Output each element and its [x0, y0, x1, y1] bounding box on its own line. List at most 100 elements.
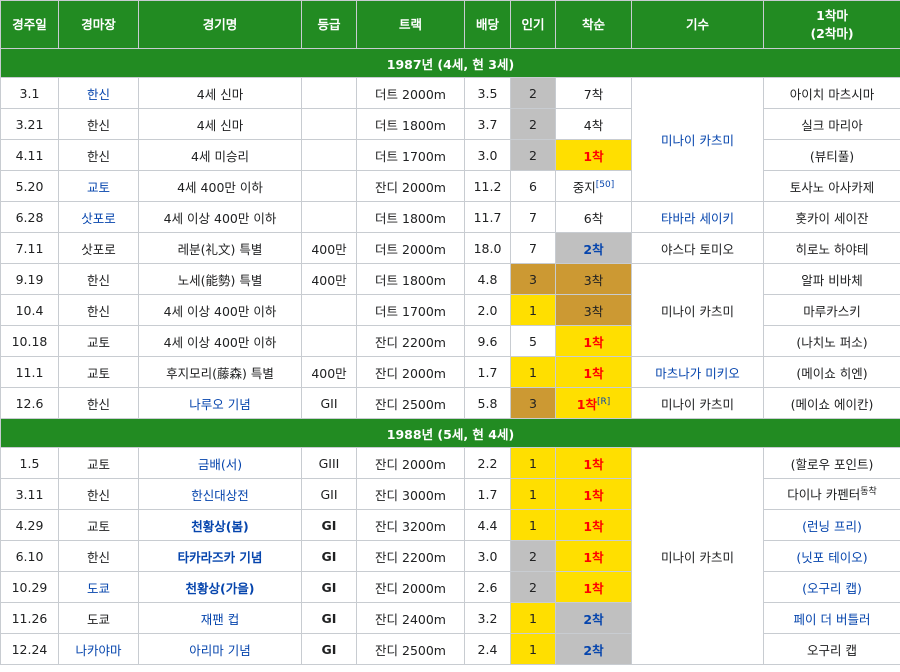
table-row: 4.29 교토 천황상(봄) GI 잔디 3200m 4.4 1 1착 (런닝 …: [0, 509, 900, 541]
race-odds: 2.0: [464, 294, 511, 326]
race-popularity: 1: [510, 356, 556, 388]
table-row: 3.21 한신 4세 신마 더트 1800m 3.7 2 4착 실크 마리아: [0, 108, 900, 140]
race-grade: GIII: [301, 447, 357, 479]
winner-link[interactable]: (닛포 테이오): [763, 540, 900, 572]
race-name: 후지모리(藤森) 특별: [138, 356, 302, 388]
winner-name: 히로노 하야테: [763, 232, 900, 264]
race-link[interactable]: 한신대상전: [138, 478, 302, 510]
race-track: 잔디 2000m: [356, 447, 465, 479]
venue-link[interactable]: 삿포로: [58, 201, 139, 233]
jockey-link[interactable]: 마츠나가 미키오: [631, 356, 764, 388]
venue-link[interactable]: 나카야마: [58, 633, 139, 665]
race-finish: 1착[R]: [555, 387, 632, 419]
race-date: 1.5: [0, 447, 59, 479]
venue-name: 교토: [58, 325, 139, 357]
race-popularity: 1: [510, 478, 556, 510]
race-track: 잔디 2500m: [356, 387, 465, 419]
header-track: 트랙: [356, 0, 465, 49]
jockey-name: 미나이 카츠미: [631, 387, 764, 419]
race-finish: 7착: [555, 77, 632, 109]
table-row: 11.26 도쿄 재팬 컵 GI 잔디 2400m 3.2 1 2착 페이 더 …: [0, 602, 900, 634]
winner-text: 다이나 카펜터: [787, 487, 861, 503]
table-row: 6.28 삿포로 4세 이상 400만 이하 더트 1800m 11.7 7 6…: [0, 201, 900, 233]
race-link[interactable]: 금배(서): [138, 447, 302, 479]
header-winner: 1착마 (2착마): [763, 0, 900, 49]
race-name: 4세 신마: [138, 108, 302, 140]
race-popularity: 1: [510, 294, 556, 326]
race-name: 4세 이상 400만 이하: [138, 294, 302, 326]
venue-name: 도쿄: [58, 602, 139, 634]
venue-name: 삿포로: [58, 232, 139, 264]
table-row: 10.18 교토 4세 이상 400만 이하 잔디 2200m 9.6 5 1착…: [0, 325, 900, 357]
race-odds: 9.6: [464, 325, 511, 357]
race-finish: 1착: [555, 356, 632, 388]
winner-link[interactable]: (런닝 프리): [763, 509, 900, 541]
race-grade: GI: [301, 540, 357, 572]
race-popularity: 1: [510, 447, 556, 479]
race-link[interactable]: 천황상(봄): [138, 509, 302, 541]
winner-link[interactable]: (오구리 캡): [763, 571, 900, 603]
header-jockey: 기수: [631, 0, 764, 49]
race-popularity: 2: [510, 77, 556, 109]
race-date: 6.10: [0, 540, 59, 572]
race-link[interactable]: 타카라즈카 기념: [138, 540, 302, 572]
winner-name: 토사노 아사카제: [763, 170, 900, 202]
race-popularity: 1: [510, 602, 556, 634]
race-date: 4.29: [0, 509, 59, 541]
race-date: 5.20: [0, 170, 59, 202]
venue-name: 교토: [58, 356, 139, 388]
race-track: 더트 1800m: [356, 108, 465, 140]
winner-name: 홋카이 세이잔: [763, 201, 900, 233]
table-row: 12.24 나카야마 아리마 기념 GI 잔디 2500m 2.4 1 2착 오…: [0, 633, 900, 665]
race-popularity: 3: [510, 387, 556, 419]
race-odds: 4.8: [464, 263, 511, 295]
winner-name: 마루카스키: [763, 294, 900, 326]
race-link[interactable]: 재팬 컵: [138, 602, 302, 634]
race-name: 노세(能勢) 특별: [138, 263, 302, 295]
race-link[interactable]: 아리마 기념: [138, 633, 302, 665]
race-date: 10.18: [0, 325, 59, 357]
venue-link[interactable]: 한신: [58, 77, 139, 109]
winner-link[interactable]: 페이 더 버틀러: [763, 602, 900, 634]
header-finish: 착순: [555, 0, 632, 49]
race-date: 11.26: [0, 602, 59, 634]
race-link[interactable]: 나루오 기념: [138, 387, 302, 419]
race-grade: [301, 139, 357, 171]
race-track: 잔디 2400m: [356, 602, 465, 634]
race-popularity: 2: [510, 540, 556, 572]
race-date: 10.29: [0, 571, 59, 603]
race-finish: 4착: [555, 108, 632, 140]
race-date: 12.24: [0, 633, 59, 665]
race-date: 3.1: [0, 77, 59, 109]
footnote-link[interactable]: [50]: [596, 179, 614, 189]
winner-name: 오구리 캡: [763, 633, 900, 665]
table-row: 6.10 한신 타카라즈카 기념 GI 잔디 2200m 3.0 2 1착 (닛…: [0, 540, 900, 572]
race-track: 더트 1800m: [356, 263, 465, 295]
table-row: 1.5 교토 금배(서) GIII 잔디 2000m 2.2 1 1착 미나이 …: [0, 447, 900, 665]
winner-name: (메이쇼 에이칸): [763, 387, 900, 419]
race-odds: 2.4: [464, 633, 511, 665]
race-link[interactable]: 천황상(가을): [138, 571, 302, 603]
venue-link[interactable]: 교토: [58, 170, 139, 202]
race-finish: 1착: [555, 447, 632, 479]
race-grade: [301, 294, 357, 326]
race-grade: [301, 325, 357, 357]
race-name: 4세 이상 400만 이하: [138, 325, 302, 357]
table-row: 7.11 삿포로 레분(礼文) 특별 400만 더트 2000m 18.0 7 …: [0, 232, 900, 264]
section-title: 1987년 (4세, 현 3세): [0, 48, 900, 78]
jockey-link[interactable]: 타바라 세이키: [631, 201, 764, 233]
jockey-name: 미나이 카츠미: [631, 263, 764, 357]
race-grade: [301, 201, 357, 233]
race-odds: 3.7: [464, 108, 511, 140]
venue-name: 한신: [58, 387, 139, 419]
race-grade: GI: [301, 509, 357, 541]
race-popularity: 3: [510, 263, 556, 295]
venue-link[interactable]: 도쿄: [58, 571, 139, 603]
race-finish: 1착: [555, 540, 632, 572]
race-grade: [301, 77, 357, 109]
race-popularity: 2: [510, 571, 556, 603]
race-finish: 1착: [555, 139, 632, 171]
jockey-link[interactable]: 미나이 카츠미: [631, 77, 764, 202]
header-date: 경주일: [0, 0, 59, 49]
footnote-link[interactable]: [R]: [597, 396, 610, 406]
